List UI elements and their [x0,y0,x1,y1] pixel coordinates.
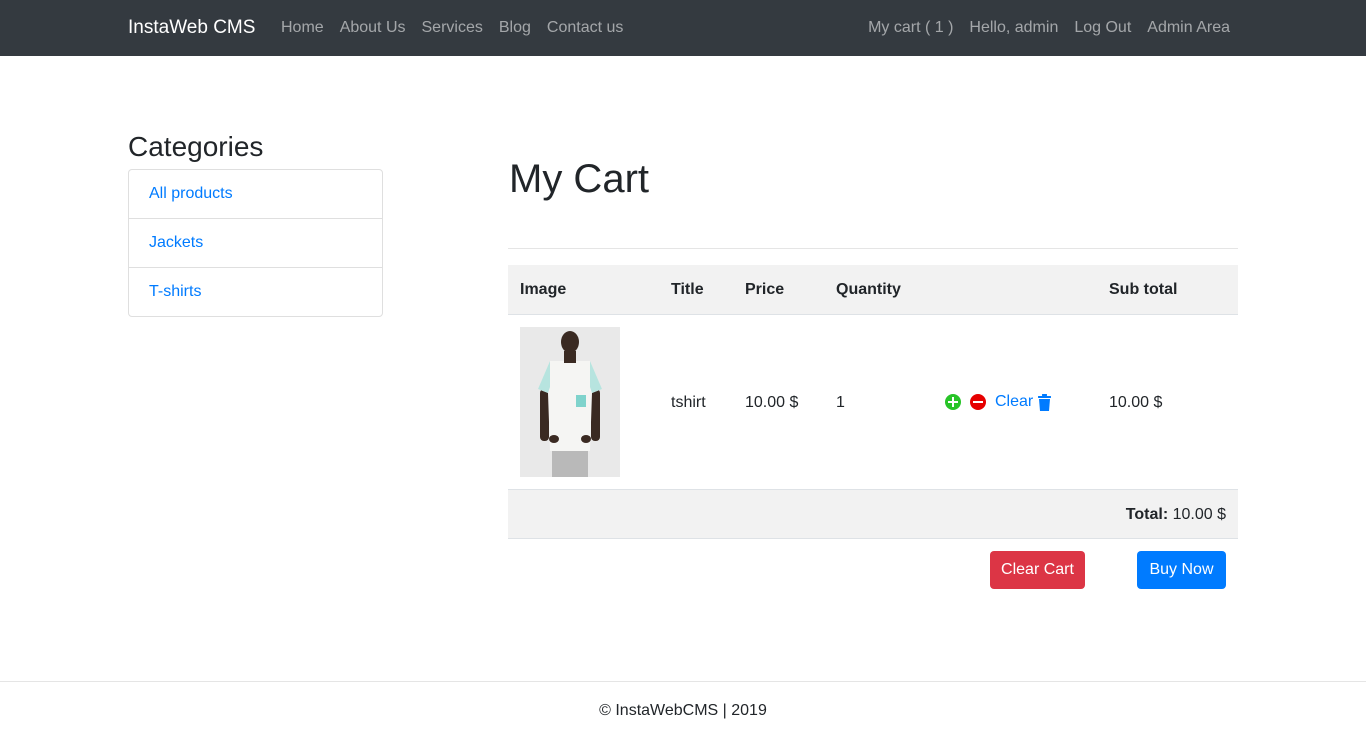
minus-circle-icon[interactable] [970,394,986,410]
category-all-products[interactable]: All products [128,169,383,219]
nav-services[interactable]: Services [422,18,483,38]
total-row: Total: 10.00 $ [508,490,1238,539]
category-t-shirts[interactable]: T-shirts [128,267,383,317]
cart-table-header: Image Title Price Quantity Sub total [508,265,1238,315]
footer-divider [0,681,1366,682]
nav-contact-us[interactable]: Contact us [547,18,623,38]
title-divider [508,248,1238,249]
item-quantity: 1 [836,394,845,411]
clear-item-link[interactable]: Clear [995,393,1033,411]
item-price: 10.00 $ [745,394,799,411]
nav-about-us[interactable]: About Us [340,18,406,38]
nav-left-menu: Home About Us Services Blog Contact us [281,18,639,38]
categories-heading: Categories [128,131,264,162]
quantity-actions: Clear [945,393,1052,411]
nav-my-cart[interactable]: My cart ( 1 ) [868,18,953,38]
header-quantity: Quantity [836,281,901,298]
item-subtotal: 10.00 $ [1109,394,1163,411]
nav-right-menu: My cart ( 1 ) Hello, admin Log Out Admin… [852,18,1230,38]
brand-link[interactable]: InstaWeb CMS [128,16,255,40]
plus-circle-icon[interactable] [945,394,961,410]
trash-icon[interactable] [1037,393,1052,411]
header-image: Image [520,281,567,298]
tshirt-product-image [520,327,620,477]
total: Total: 10.00 $ [1126,506,1226,524]
category-jackets[interactable]: Jackets [128,218,383,268]
top-navbar: InstaWeb CMS Home About Us Services Blog… [0,0,1366,56]
total-label: Total: [1125,506,1169,523]
categories-list: All products Jackets T-shirts [128,169,383,317]
nav-blog[interactable]: Blog [499,18,531,38]
nav-log-out[interactable]: Log Out [1074,18,1131,38]
header-sub-total: Sub total [1109,281,1178,298]
total-value: 10.00 $ [1172,506,1226,523]
item-title: tshirt [671,394,706,411]
table-row: tshirt 10.00 $ 1 Clear 10.00 $ [508,315,1238,490]
nav-admin-area[interactable]: Admin Area [1147,18,1230,38]
footer-copyright: © InstaWebCMS | 2019 [599,702,767,719]
page-title: My Cart [509,157,649,201]
nav-home[interactable]: Home [281,18,324,38]
header-title: Title [671,281,704,298]
clear-cart-button[interactable]: Clear Cart [990,551,1085,589]
buy-now-button[interactable]: Buy Now [1137,551,1226,589]
header-price: Price [745,281,785,298]
nav-hello-admin[interactable]: Hello, admin [969,18,1058,38]
